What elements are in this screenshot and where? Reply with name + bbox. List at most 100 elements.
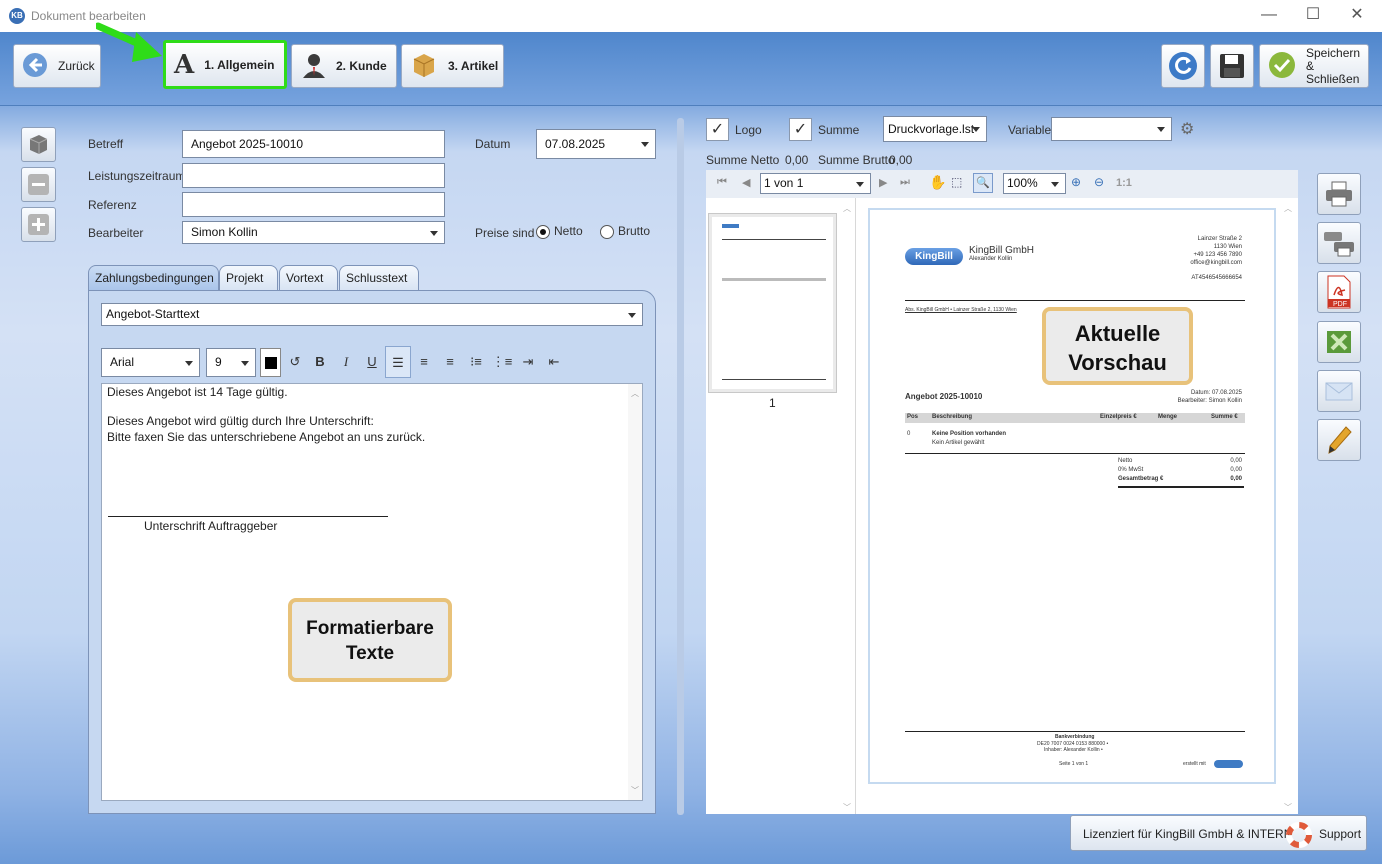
maximize-button[interactable]: ☐ [1290,0,1336,32]
gear-icon[interactable]: ⚙ [1180,119,1194,139]
align-left-icon: ☰ [392,355,404,370]
outdent-button[interactable]: ⇤ [541,346,567,378]
doc-company: KingBill GmbH [969,245,1035,256]
tab-articles-button[interactable]: 3. Artikel [401,44,504,88]
back-button[interactable]: Zurück [13,44,101,88]
period-input[interactable] [182,163,445,188]
font-size-select[interactable]: 9 [206,348,256,377]
splitter-bar[interactable] [677,118,684,815]
print-multiple-button[interactable] [1317,222,1361,264]
thumb-table-header [722,278,826,281]
tab-project[interactable]: Projekt [219,265,278,291]
scroll-up-icon[interactable]: ︿ [631,388,639,399]
save-close-button[interactable]: Speichern & Schließen [1259,44,1369,88]
doc-created-line: erstellt mit [1183,761,1206,767]
current-preview-callout: Aktuelle Vorschau [1042,307,1193,385]
text-editor[interactable]: Dieses Angebot ist 14 Tage gültig. Diese… [101,383,643,801]
signature-line [108,516,388,517]
italic-button[interactable]: I [333,346,359,378]
sum-checkbox[interactable]: ✓ [789,118,812,141]
numbered-list-button[interactable]: ⋮≡ [489,346,515,378]
reference-input[interactable] [182,192,445,217]
tab-payment-terms[interactable]: Zahlungsbedingungen [88,265,219,291]
doc-col-sum: Summe € [1211,414,1238,420]
logo-checkbox[interactable]: ✓ [706,118,729,141]
first-page-icon[interactable]: ⏮ [717,176,727,189]
text-template-value: Angebot-Starttext [106,307,200,321]
next-page-icon[interactable]: ▶ [879,176,887,189]
bullet-list-button[interactable]: ⁝≡ [463,346,489,378]
subject-input[interactable]: Angebot 2025-10010 [182,130,445,158]
email-button[interactable] [1317,370,1361,412]
preview-scroll-up-icon[interactable]: ︿ [1284,203,1292,214]
print-button[interactable] [1317,173,1361,215]
font-select[interactable]: Arial [101,348,200,377]
indent-icon: ⇥ [522,354,534,369]
license-support-bar[interactable]: Lizenziert für KingBill GmbH & INTERN Su… [1070,815,1367,851]
doc-col-pos: Pos [907,414,919,420]
actual-size-button[interactable]: 1:1 [1116,177,1132,189]
align-right-button[interactable]: ≡ [437,346,463,378]
zoom-in-icon[interactable]: ⊕ [1071,175,1081,189]
text-color-button[interactable] [260,348,281,377]
tab-pretext[interactable]: Vortext [279,265,338,291]
remove-button[interactable] [21,167,56,202]
thumb-scroll-down-icon[interactable]: ﹀ [843,802,851,813]
hand-tool-icon[interactable]: ✋ [929,174,946,191]
page-value: 1 von 1 [764,176,804,190]
excel-button[interactable] [1317,321,1361,363]
indent-button[interactable]: ⇥ [515,346,541,378]
page-select[interactable]: 1 von 1 [760,173,871,194]
minimize-button[interactable]: — [1246,0,1292,32]
chevron-down-icon [641,142,649,147]
zoom-tool-icon[interactable]: 🔍 [973,173,993,193]
package-button[interactable] [21,127,56,162]
zoom-out-icon[interactable]: ⊖ [1094,175,1104,189]
floppy-icon [1220,54,1244,78]
zoom-select[interactable]: 100% [1003,173,1066,194]
save-button[interactable] [1210,44,1254,88]
bold-button[interactable]: B [307,346,333,378]
license-text: Lizenziert für KingBill GmbH & INTERN [1083,827,1293,841]
gross-radio[interactable] [600,225,614,239]
thumb-scroll-up-icon[interactable]: ︿ [843,203,851,214]
prev-page-icon[interactable]: ◀ [742,176,750,189]
template-select[interactable]: Druckvorlage.lst [883,116,987,142]
editor-select[interactable]: Simon Kollin [182,221,445,244]
doc-total-value: 0,00 [1230,476,1242,482]
printers-icon [1324,232,1354,257]
editor-scrollbar[interactable]: ︿ ﹀ [628,384,642,800]
date-picker[interactable]: 07.08.2025 [536,129,656,159]
check-icon: ✓ [793,121,808,138]
doc-col-desc: Beschreibung [932,414,973,420]
align-left-button[interactable]: ☰ [385,346,411,378]
select-tool-icon[interactable]: ⬚ [951,175,962,189]
editor-label: Bearbeiter [88,226,144,240]
edit-button[interactable] [1317,419,1361,461]
tab-customer-button[interactable]: 2. Kunde [291,44,397,88]
numbered-list-icon: ⋮≡ [491,354,513,369]
underline-button[interactable]: U [359,346,385,378]
align-center-button[interactable]: ≡ [411,346,437,378]
doc-vat-value: 0,00 [1230,467,1242,473]
page-thumbnail[interactable] [708,213,837,393]
preview-scroll-down-icon[interactable]: ﹀ [1284,802,1292,813]
printer-icon [1326,181,1352,207]
pdf-button[interactable]: PDF [1317,271,1361,313]
chevron-down-icon [1051,182,1059,187]
reset-format-button[interactable]: ↺ [282,346,308,378]
doc-total-label: Gesamtbetrag € [1118,476,1164,482]
add-button[interactable] [21,207,56,242]
close-button[interactable]: ✕ [1334,0,1380,32]
last-page-icon[interactable]: ⏭ [900,176,910,189]
text-template-select[interactable]: Angebot-Starttext [101,303,643,326]
doc-footer-line [905,731,1245,732]
variable-select[interactable] [1051,117,1172,141]
radio-dot-icon [540,229,546,235]
tab-closing-text[interactable]: Schlusstext [339,265,419,291]
scroll-down-icon[interactable]: ﹀ [631,785,639,796]
doc-bank-title: Bankverbindung [1055,734,1095,740]
refresh-button[interactable] [1161,44,1205,88]
callout-left-line1: Formatierbare [306,618,434,639]
net-radio[interactable] [536,225,550,239]
